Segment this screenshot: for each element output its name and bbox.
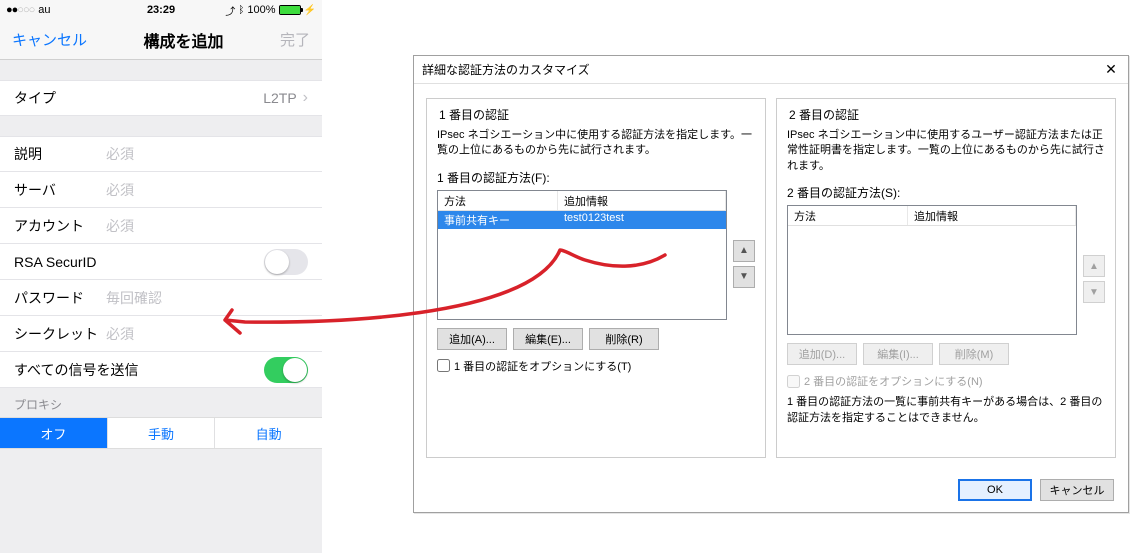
secret-placeholder: 必須 [106,324,134,344]
type-value: L2TP [106,90,297,106]
ios-navbar: キャンセル 構成を追加 完了 [0,20,322,60]
close-icon[interactable]: ✕ [1102,61,1120,79]
dialog-footer: OK キャンセル [414,468,1128,512]
account-row[interactable]: アカウント 必須 [0,208,322,244]
first-auth-group: 1 番目の認証 IPsec ネゴシエーション中に使用する認証方法を指定します。一… [426,98,766,458]
rsa-row: RSA SecurID [0,244,322,280]
first-auth-desc: IPsec ネゴシエーション中に使用する認証方法を指定します。一覧の上位にあるも… [437,128,755,159]
near-icon: ⤴ [225,3,235,18]
second-auth-desc: IPsec ネゴシエーション中に使用するユーザー認証方法または正常性証明書を指定… [787,128,1105,174]
first-row-method: 事前共有キー [438,211,558,229]
second-edit-button: 編集(I)... [863,343,933,365]
rsa-toggle[interactable] [264,249,308,275]
secret-label: シークレット [14,324,106,344]
send-all-toggle[interactable] [264,357,308,383]
cancel-button[interactable]: キャンセル [12,29,87,50]
ok-button[interactable]: OK [958,479,1032,501]
nav-title: 構成を追加 [143,28,223,52]
bluetooth-icon: ᛒ [238,5,244,16]
second-col-method[interactable]: 方法 [788,206,908,225]
type-row[interactable]: タイプ L2TP › [0,80,322,116]
first-edit-button[interactable]: 編集(E)... [513,328,583,350]
proxy-off[interactable]: オフ [0,418,108,448]
ios-status-bar: ●●○○○ au 23:29 ⤴ ᛒ 100% ⚡ [0,0,322,20]
second-add-button: 追加(D)... [787,343,857,365]
proxy-manual[interactable]: 手動 [108,418,216,448]
battery-percent: 100% [247,4,275,16]
signal-dots-icon: ●●○○○ [6,4,34,16]
server-label: サーバ [14,180,106,200]
done-button[interactable]: 完了 [280,29,310,50]
description-row[interactable]: 説明 必須 [0,136,322,172]
first-col-info[interactable]: 追加情報 [558,191,726,210]
status-time: 23:29 [147,4,175,16]
second-auth-sub: 2 番目の認証方法(S): [787,184,1105,201]
account-placeholder: 必須 [106,216,134,236]
battery-icon [279,5,301,15]
type-label: タイプ [14,88,106,108]
proxy-segmented: オフ 手動 自動 [0,417,322,449]
second-auth-legend: 2 番目の認証 [787,106,861,123]
first-move-down-button[interactable]: ▼ [733,266,755,288]
first-optional-check[interactable]: 1 番目の認証をオプションにする(T) [437,358,755,374]
auth-customize-dialog: 詳細な認証方法のカスタマイズ ✕ 1 番目の認証 IPsec ネゴシエーション中… [413,55,1129,513]
server-placeholder: 必須 [106,180,134,200]
first-optional-label: 1 番目の認証をオプションにする(T) [454,358,631,374]
second-auth-listview[interactable]: 方法 追加情報 [787,205,1077,335]
dialog-titlebar: 詳細な認証方法のカスタマイズ ✕ [414,56,1128,84]
account-label: アカウント [14,216,106,236]
password-placeholder: 毎回確認 [106,288,162,308]
first-delete-button[interactable]: 削除(R) [589,328,659,350]
ios-vpn-panel: ●●○○○ au 23:29 ⤴ ᛒ 100% ⚡ キャンセル 構成を追加 完了… [0,0,322,553]
second-move-up-button: ▲ [1083,255,1105,277]
server-row[interactable]: サーバ 必須 [0,172,322,208]
first-auth-sub: 1 番目の認証方法(F): [437,169,755,186]
proxy-section-label: プロキシ [0,388,322,417]
second-optional-label: 2 番目の認証をオプションにする(N) [804,373,983,389]
proxy-auto[interactable]: 自動 [215,418,322,448]
cancel-button-win[interactable]: キャンセル [1040,479,1114,501]
secret-row[interactable]: シークレット 必須 [0,316,322,352]
first-auth-row[interactable]: 事前共有キー test0123test [438,211,726,229]
password-label: パスワード [14,288,106,308]
first-auth-listview[interactable]: 方法 追加情報 事前共有キー test0123test [437,190,727,320]
first-optional-checkbox[interactable] [437,359,450,372]
first-col-method[interactable]: 方法 [438,191,558,210]
second-optional-checkbox [787,375,800,388]
rsa-label: RSA SecurID [14,254,264,270]
send-all-row: すべての信号を送信 [0,352,322,388]
chevron-right-icon: › [303,89,308,107]
first-move-up-button[interactable]: ▲ [733,240,755,262]
first-auth-legend: 1 番目の認証 [437,106,511,123]
second-delete-button: 削除(M) [939,343,1009,365]
second-auth-group: 2 番目の認証 IPsec ネゴシエーション中に使用するユーザー認証方法または正… [776,98,1116,458]
password-row[interactable]: パスワード 毎回確認 [0,280,322,316]
second-auth-note: 1 番目の認証方法の一覧に事前共有キーがある場合は、2 番目の認証方法を指定する… [787,395,1105,426]
first-row-info: test0123test [558,211,726,229]
second-move-down-button: ▼ [1083,281,1105,303]
description-label: 説明 [14,144,106,164]
first-add-button[interactable]: 追加(A)... [437,328,507,350]
charging-icon: ⚡ [304,5,316,16]
second-col-info[interactable]: 追加情報 [908,206,1076,225]
description-placeholder: 必須 [106,144,134,164]
second-optional-check: 2 番目の認証をオプションにする(N) [787,373,1105,389]
dialog-title: 詳細な認証方法のカスタマイズ [422,61,1102,78]
send-all-label: すべての信号を送信 [14,360,264,380]
carrier-label: au [38,4,50,16]
